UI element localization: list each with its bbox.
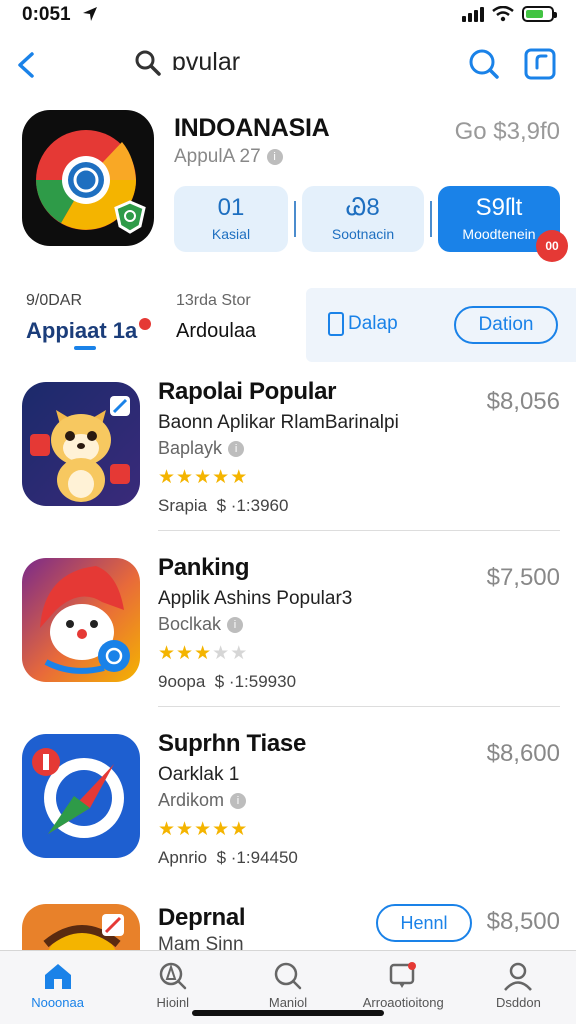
get-button[interactable]: Hennl: [376, 904, 472, 942]
star-icon: ★: [230, 467, 249, 488]
star-icon: ★: [212, 467, 231, 488]
app-price[interactable]: $8,600: [487, 740, 560, 768]
list-item[interactable]: Suprhn Tiase Oarklak 1 Ardikom i ★★★★★ Ap…: [0, 706, 576, 904]
star-icon: ★: [194, 467, 213, 488]
featured-app-subtitle: AppulA 27 i: [174, 146, 283, 168]
info-icon: i: [228, 440, 245, 457]
segment-left-caption: 9/0DAR: [26, 292, 83, 309]
featured-app[interactable]: INDOANASIA AppulA 27 i Go $3,9f0 01 Kasi…: [0, 108, 576, 262]
app-price[interactable]: $8,500: [487, 908, 560, 936]
info-icon: i: [266, 149, 283, 165]
star-icon: ★: [176, 819, 195, 840]
featured-app-icon[interactable]: [22, 110, 154, 246]
search-icon: [274, 962, 302, 990]
star-icon: ★: [158, 819, 177, 840]
battery-icon: [522, 6, 557, 22]
app-subtitle: Baonn Aplikar RlamBarinalpi: [158, 412, 399, 433]
tab-home[interactable]: Nooonaa: [0, 951, 115, 1024]
app-icon-compass[interactable]: [22, 734, 140, 858]
notification-badge: 00: [536, 230, 568, 262]
app-title: Rapolai Popular: [158, 378, 337, 405]
star-icon: ★: [158, 643, 177, 664]
segment-middle-caption: 13rda Stor: [176, 292, 251, 309]
star-icon: ★: [158, 467, 177, 488]
app-subtitle: Oarklak 1: [158, 764, 240, 785]
star-icon: ★: [194, 643, 213, 664]
app-meta: Srapia $ ·1:3960: [158, 496, 289, 515]
app-developer: Ardikom i: [158, 790, 247, 811]
star-icon: ★: [230, 819, 249, 840]
notification-icon: [389, 962, 417, 988]
divider: [430, 201, 432, 237]
segment-tab-apps[interactable]: Appiaat 1a: [26, 318, 152, 344]
star-rating: ★★★★★: [158, 818, 248, 841]
app-title: Deprnal: [158, 904, 246, 931]
info-icon: i: [230, 792, 247, 809]
featured-actions: 01 Kasial Ꮚ8 Sootnacin S9ſlt Moodtenein …: [174, 186, 568, 262]
star-icon: ★: [212, 819, 231, 840]
star-rating: ★★★★★: [158, 466, 248, 489]
app-title: Suprhn Tiase: [158, 730, 306, 757]
app-icon-fox[interactable]: [22, 382, 140, 506]
wifi-icon: [492, 6, 514, 22]
back-chevron-icon[interactable]: [12, 48, 42, 82]
tab-profile[interactable]: Dsddon: [461, 951, 576, 1024]
action-button-sootnacin[interactable]: Ꮚ8 Sootnacin: [302, 186, 424, 252]
app-meta: Apnrio $ ·1:94450: [158, 848, 298, 867]
star-rating: ★★★★★: [158, 642, 248, 665]
share-icon[interactable]: [522, 46, 558, 82]
dalap-toggle[interactable]: Dalap: [328, 312, 398, 336]
app-price[interactable]: $7,500: [487, 564, 560, 592]
location-arrow-icon: [83, 7, 97, 21]
app-developer: Boclkak i: [158, 614, 244, 635]
star-icon: ★: [212, 643, 231, 664]
selected-underline: [74, 346, 96, 350]
app-developer: Baplayk i: [158, 438, 245, 459]
app-meta: 9oopa $ ·1:59930: [158, 672, 297, 691]
segment-tab-ardoulaa[interactable]: Ardoulaa: [176, 320, 256, 343]
search-query: ɒvular: [172, 48, 241, 76]
home-indicator: [192, 1010, 384, 1016]
app-price[interactable]: $8,056: [487, 388, 560, 416]
segment-row: 9/0DAR Appiaat 1a 13rda Stor Ardoulaa Da…: [0, 288, 576, 362]
app-title: Panking: [158, 554, 250, 581]
list-item[interactable]: Rapolai Popular Baonn Aplikar RlamBarina…: [0, 376, 576, 552]
featured-app-price: Go $3,9f0: [454, 118, 560, 145]
status-bar: 0:051: [0, 0, 576, 34]
info-icon: i: [227, 616, 244, 633]
star-icon: ★: [194, 819, 213, 840]
search-bar[interactable]: ɒvular: [134, 48, 240, 77]
dation-button[interactable]: Dation: [454, 306, 558, 344]
app-icon-character[interactable]: [22, 558, 140, 682]
action-button-kasial[interactable]: 01 Kasial: [174, 186, 288, 252]
search-icon: [135, 50, 161, 76]
list-item[interactable]: Panking Applik Ashins Popular3 Boclkak i …: [0, 530, 576, 728]
star-icon: ★: [230, 643, 249, 664]
filter-panel: Dalap Dation: [306, 288, 576, 362]
search-circle-icon[interactable]: [466, 46, 502, 82]
badge-dot-icon: [139, 318, 152, 330]
action-button-primary[interactable]: S9ſlt Moodtenein 00: [438, 186, 568, 262]
status-time: 0:051: [22, 4, 71, 25]
person-icon: [504, 962, 533, 991]
home-icon: [44, 964, 71, 989]
divider: [294, 201, 296, 237]
app-list: Rapolai Popular Baonn Aplikar RlamBarina…: [0, 376, 576, 904]
featured-app-title: INDOANASIA: [174, 114, 330, 142]
star-icon: ★: [176, 467, 195, 488]
top-nav: ɒvular: [0, 40, 576, 90]
compass-icon: [159, 962, 187, 990]
checkbox-icon: [328, 312, 344, 336]
app-subtitle: Applik Ashins Popular3: [158, 588, 353, 609]
star-icon: ★: [176, 643, 195, 664]
signal-icon: [462, 6, 484, 22]
